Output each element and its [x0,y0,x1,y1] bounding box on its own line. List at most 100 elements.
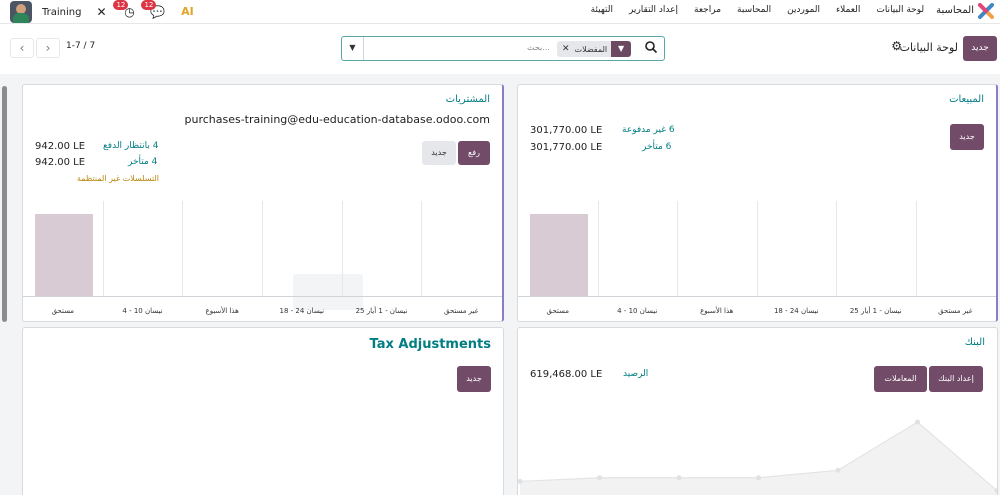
graph-axis-label: غير مستحق [938,307,973,315]
top-navbar: المحاسبة لوحة البيانات العملاء الموردين … [0,0,1000,24]
menu-item-configuration[interactable]: التهيئة [591,5,613,16]
search-bar: ▼ بحث... ✕ المفضلات ▼ [341,36,665,61]
dashboard-area: المشتريات purchases-training@edu-educati… [0,74,1000,495]
graph-gridline [421,201,423,297]
menu-item-review[interactable]: مراجعة [694,5,721,16]
messages-icon[interactable]: 💬 12 [141,0,165,20]
irregular-sequences-warning[interactable]: التسلسلات غير المنتظمة [77,174,159,183]
purchases-title[interactable]: المشتريات [446,94,490,105]
ai-icon[interactable]: AI [179,4,195,20]
graph-gridline [262,201,263,297]
graph-axis-label: 25 نيسان - 1 أيار [355,307,408,315]
graph-axis-label: غير مستحق [443,307,479,315]
pager-value[interactable]: 1-7 / 7 [66,41,95,51]
purchases-awaiting-value: 942.00 LE [35,141,86,152]
bank-balance-label[interactable]: الرصيد [623,369,648,379]
scrollbar[interactable] [2,86,7,322]
purchases-email: purchases-training@edu-education-databas… [184,113,490,126]
purchases-awaiting-link[interactable]: 4 بانتظار الدفع [103,141,158,151]
sales-graph-labels: مستحق 4 - 10 نيسان هذا الأسبوع 18 - 24 نيسا… [518,307,996,319]
messages-badge: 12 [141,0,157,10]
purchases-journal-card: المشتريات purchases-training@edu-educati… [22,84,504,322]
graph-bar[interactable] [35,214,93,296]
new-button[interactable]: جديد [963,36,997,61]
sales-unpaid-link[interactable]: 6 غير مدفوعة [622,125,675,135]
balance-point[interactable] [915,419,920,425]
activity-badge: 12 [113,0,129,10]
graph-gridline [677,201,678,297]
activity-clock-icon[interactable]: ◷ 12 [113,0,137,20]
bank-journal-card: البنك إعداد البنك المعاملات 619,468.00 L… [517,327,998,495]
graph-gridline [836,201,837,297]
facet-label: المفضلات [574,44,608,54]
purchases-late-link[interactable]: 4 متأخر [128,157,157,167]
sales-unpaid-value: 301,770.00 LE [530,125,603,136]
menu-brand[interactable]: المحاسبة [936,5,974,16]
menu-item-customers[interactable]: العملاء [836,5,860,16]
graph-axis-label: مستحق [546,307,569,315]
user-avatar[interactable] [10,1,32,23]
graph-gridline [341,201,343,297]
graph-baseline [23,296,502,297]
menu-item-reporting[interactable]: إعداد التقارير [629,5,678,16]
graph-gridline [182,201,184,297]
purchases-graph-labels: مستحق 4 - 10 نيسان هذا الأسبوع 18 - 24 نيسا… [23,307,502,319]
filter-icon: ▼ [611,41,632,57]
sales-graph [518,201,996,297]
balance-point[interactable] [597,475,602,481]
gear-icon[interactable]: ⚙ [891,39,902,53]
purchases-new-button[interactable]: جديد [422,141,456,165]
tax-adjustments-title[interactable]: Tax Adjustments [370,337,491,352]
purchases-graph [23,201,502,297]
tools-icon[interactable]: ✕ [93,4,109,20]
sales-late-value: 301,770.00 LE [530,142,603,153]
bank-balance-graph [518,419,997,495]
graph-axis-label: 4 - 10 نيسان [617,307,658,315]
graph-axis-label: 18 - 24 نيسان [773,307,819,315]
purchases-late-value: 942.00 LE [35,157,86,168]
sales-title[interactable]: المبيعات [949,94,984,105]
control-panel: ‹ › 1-7 / 7 ▼ بحث... ✕ المفضلات ▼ جديد ل… [0,24,1000,74]
balance-area [520,422,997,495]
sales-journal-card: المبيعات جديد 301,770.00 LE 6 غير مدفوعة… [517,84,998,322]
bank-transactions-button[interactable]: المعاملات [874,366,927,392]
graph-baseline [518,296,996,297]
menu-item-dashboard[interactable]: لوحة البيانات [876,5,924,16]
sales-late-link[interactable]: 6 متأخر [642,142,671,152]
graph-bar[interactable] [530,214,588,296]
balance-point[interactable] [756,475,761,481]
accounting-app-icon[interactable] [978,3,994,19]
main-menu: المحاسبة لوحة البيانات العملاء الموردين … [575,5,974,16]
search-input[interactable]: بحث... [527,43,550,52]
bank-balance-value: 619,468.00 LE [530,369,603,380]
upload-button[interactable]: رفع [458,141,490,165]
navbar-systray: Training ✕ ◷ 12 💬 12 AI [10,0,195,23]
tax-adjustments-card: Tax Adjustments جديد [22,327,504,495]
search-icon[interactable] [644,40,658,54]
bank-setup-button[interactable]: إعداد البنك [929,366,983,392]
company-name[interactable]: Training [42,7,81,18]
graph-gridline [756,201,758,297]
search-facet-favorites: ✕ المفضلات ▼ [557,41,632,57]
pager-previous-icon[interactable]: ‹ [10,38,34,58]
graph-axis-label: 18 - 24 نيسان [279,307,325,315]
graph-axis-label: 4 - 10 نيسان [122,307,163,315]
pager-arrows: ‹ › [10,38,62,58]
tax-new-button[interactable]: جديد [457,366,491,392]
graph-gridline [915,201,917,297]
search-options-toggle-icon[interactable]: ▼ [342,37,364,60]
graph-axis-label: هذا الأسبوع [700,307,734,315]
sales-new-button[interactable]: جديد [950,124,984,150]
graph-gridline [597,201,599,297]
pager-next-icon[interactable]: › [36,38,60,58]
page-title: لوحة البيانات [899,41,958,54]
menu-item-accounting[interactable]: المحاسبة [737,5,771,16]
balance-point[interactable] [676,475,682,481]
remove-facet-icon[interactable]: ✕ [557,44,575,54]
graph-axis-label: هذا الأسبوع [205,307,239,315]
bank-title[interactable]: البنك [965,337,985,348]
graph-gridline [102,201,104,297]
balance-point[interactable] [835,467,841,473]
graph-axis-label: مستحق [51,307,75,315]
menu-item-vendors[interactable]: الموردين [787,5,820,16]
